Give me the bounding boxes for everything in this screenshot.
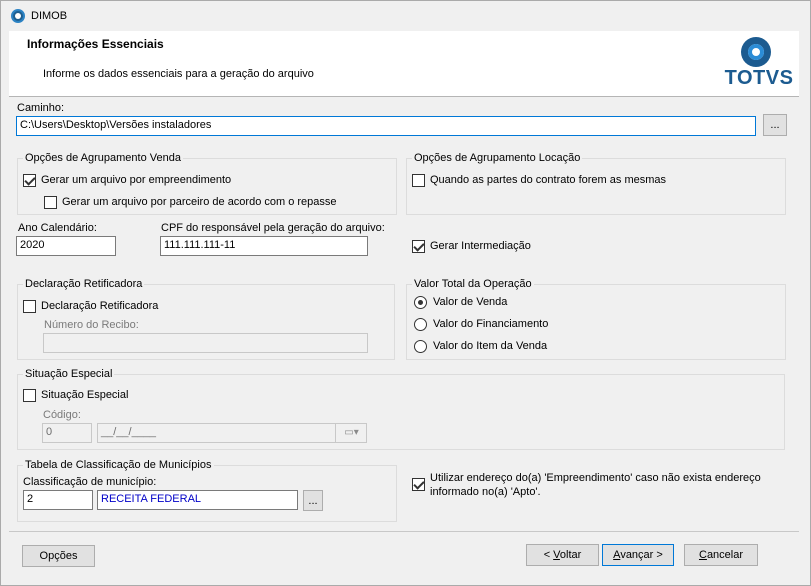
endereco-label-line1: Utilizar endereço do(a) 'Empreendimento'…: [430, 472, 761, 484]
municipio-code-input[interactable]: 2: [23, 490, 93, 510]
agrupamento-locacao-opt1-label: Quando as partes do contrato forem as me…: [430, 174, 667, 186]
valor-financiamento-label: Valor do Financiamento: [433, 318, 549, 330]
intermediacao-checkbox[interactable]: [412, 240, 425, 253]
agrupamento-venda-opt1-label: Gerar um arquivo por empreendimento: [41, 174, 232, 186]
codigo-label: Código:: [43, 409, 81, 421]
group-municipios-title: Tabela de Classificação de Municípios: [23, 459, 214, 471]
date-input[interactable]: __/__/____: [97, 423, 367, 443]
window-title: DIMOB: [31, 10, 68, 22]
group-valor-total-title: Valor Total da Operação: [412, 278, 534, 290]
group-agrupamento-locacao: [406, 158, 786, 215]
page-title: Informações Essenciais: [27, 37, 164, 51]
path-label: Caminho:: [17, 102, 65, 114]
cancel-accel: C: [698, 549, 707, 561]
municipio-name-input[interactable]: RECEITA FEDERAL: [97, 490, 298, 510]
group-retificadora-title: Declaração Retificadora: [23, 278, 145, 290]
municipio-browse-button[interactable]: ...: [303, 490, 323, 511]
totvs-app-icon: [11, 9, 25, 23]
back-prefix: <: [543, 549, 554, 561]
group-agrupamento-venda-title: Opções de Agrupamento Venda: [23, 152, 183, 164]
valor-item-venda-radio[interactable]: [414, 340, 427, 353]
retificadora-label: Declaração Retificadora: [41, 300, 159, 312]
cpf-input[interactable]: 111.111.111-11: [160, 236, 368, 256]
totvs-brand-text: TOTVS: [724, 67, 794, 89]
title-bar: DIMOB: [1, 1, 810, 31]
agrupamento-venda-opt1-checkbox[interactable]: [23, 174, 36, 187]
codigo-input[interactable]: 0: [42, 423, 92, 443]
endereco-checkbox[interactable]: [412, 478, 425, 491]
cpf-label: CPF do responsável pela geração do arqui…: [161, 222, 385, 234]
totvs-logo: TOTVS: [724, 37, 794, 91]
cancel-rest: ancelar: [706, 549, 744, 561]
calendar-dropdown-icon[interactable]: ▭▾: [335, 424, 367, 442]
dimob-window: DIMOB Informações Essenciais Informe os …: [0, 0, 811, 586]
totvs-logo-icon: [741, 37, 771, 67]
wizard-header: Informações Essenciais Informe os dados …: [9, 31, 799, 97]
retificadora-checkbox[interactable]: [23, 300, 36, 313]
footer-separator: [9, 531, 799, 532]
ano-input[interactable]: 2020: [16, 236, 116, 256]
back-button[interactable]: < Voltar: [526, 544, 599, 566]
back-rest: oltar: [559, 549, 582, 561]
situacao-checkbox[interactable]: [23, 389, 36, 402]
agrupamento-locacao-opt1-checkbox[interactable]: [412, 174, 425, 187]
path-browse-button[interactable]: ...: [763, 114, 787, 136]
valor-venda-label: Valor de Venda: [433, 296, 508, 308]
situacao-label: Situação Especial: [41, 389, 129, 401]
cancel-button[interactable]: Cancelar: [684, 544, 758, 566]
group-agrupamento-locacao-title: Opções de Agrupamento Locação: [412, 152, 583, 164]
ano-label: Ano Calendário:: [18, 222, 97, 234]
municipio-label: Classificação de município:: [23, 476, 157, 488]
page-subtitle: Informe os dados essenciais para a geraç…: [43, 68, 314, 80]
valor-financiamento-radio[interactable]: [414, 318, 427, 331]
group-situacao-title: Situação Especial: [23, 368, 115, 380]
endereco-label-line2: informado no(a) 'Apto'.: [430, 486, 541, 498]
back-accel: V: [553, 549, 560, 561]
recibo-input[interactable]: [43, 333, 368, 353]
recibo-label: Número do Recibo:: [44, 319, 139, 331]
options-button[interactable]: Opções: [22, 545, 95, 567]
path-input[interactable]: C:\Users\Desktop\Versões instaladores: [16, 116, 756, 136]
next-rest: vançar >: [620, 549, 663, 561]
valor-venda-radio[interactable]: [414, 296, 427, 309]
agrupamento-venda-opt2-label: Gerar um arquivo por parceiro de acordo …: [62, 196, 337, 208]
valor-item-venda-label: Valor do Item da Venda: [433, 340, 548, 352]
agrupamento-venda-opt2-checkbox[interactable]: [44, 196, 57, 209]
next-button[interactable]: Avançar >: [602, 544, 674, 566]
intermediacao-label: Gerar Intermediação: [430, 240, 531, 252]
